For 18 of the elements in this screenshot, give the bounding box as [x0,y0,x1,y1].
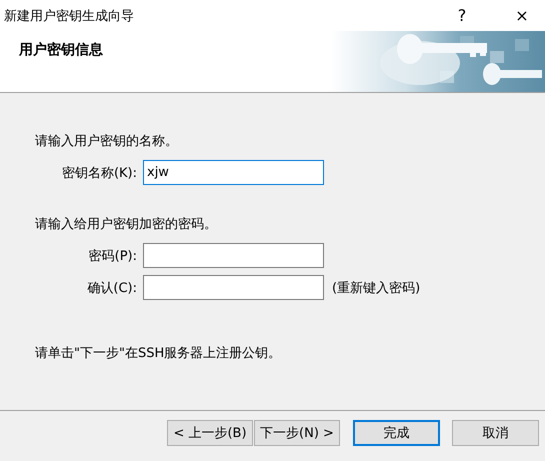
instruction-text: 请输入给用户密钥加密的密码。 [35,216,217,233]
input-field[interactable] [143,243,324,268]
input-field[interactable] [143,275,324,300]
instruction-text: 请单击"下一步"在SSH服务器上注册公钥。 [35,345,282,362]
field-label: 确认(C): [86,280,138,296]
field-hint: (重新键入密码) [332,280,420,296]
wizard-button[interactable]: 取消 [452,420,539,446]
field-label: 密钥名称(K): [60,164,138,182]
wizard-button[interactable]: < 上一步(B) [167,420,253,446]
field-label: 密码(P): [88,248,138,264]
instruction-text: 请输入用户密钥的名称。 [35,133,178,150]
close-button[interactable]: × [499,0,545,31]
help-button[interactable]: ? [439,0,485,31]
input-field[interactable]: xjw [143,160,324,185]
page-title: 用户密钥信息 [19,41,103,59]
wizard-button[interactable]: 下一步(N) > [254,420,340,446]
wizard-button[interactable]: 完成 [353,420,440,446]
window-title: 新建用户密钥生成向导 [3,8,135,24]
